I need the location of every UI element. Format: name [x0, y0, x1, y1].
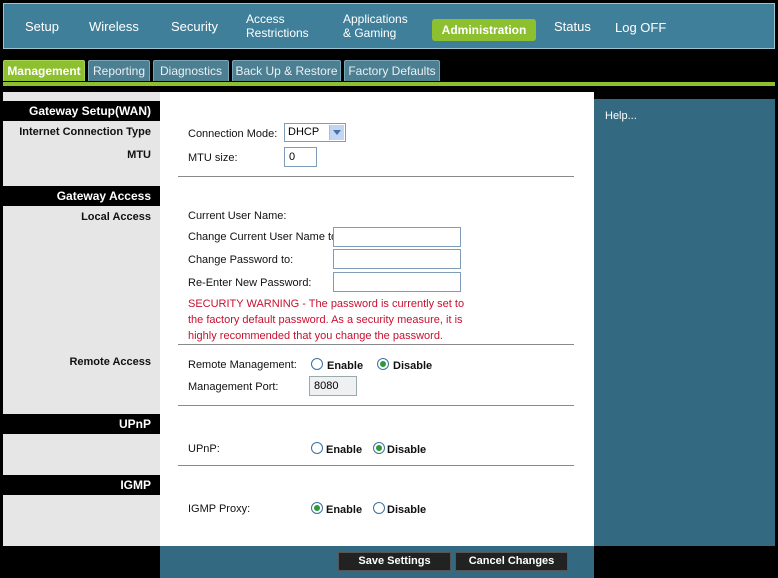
nav-applications-gaming[interactable]: Applications & Gaming: [343, 12, 408, 40]
divider: [178, 176, 574, 177]
help-top-edge: [594, 92, 775, 99]
divider: [178, 465, 574, 466]
management-port-input[interactable]: [309, 376, 357, 396]
mtu-size-input[interactable]: [284, 147, 317, 167]
change-user-input[interactable]: [333, 227, 461, 247]
tab-factory-defaults[interactable]: Factory Defaults: [344, 60, 440, 81]
nav-access-line1: Access: [246, 12, 285, 26]
nav-logoff[interactable]: Log OFF: [615, 20, 666, 35]
label-internet-connection-type: Internet Connection Type: [19, 126, 151, 138]
nav-security[interactable]: Security: [171, 19, 218, 34]
igmp-enable-radio[interactable]: [311, 502, 323, 514]
help-panel: [594, 99, 775, 546]
connection-mode-select[interactable]: DHCP: [284, 123, 346, 142]
nav-status[interactable]: Status: [554, 19, 591, 34]
remote-management-label: Remote Management:: [188, 359, 297, 371]
nav-administration[interactable]: Administration: [432, 19, 536, 41]
security-warning-line1: SECURITY WARNING - The password is curre…: [188, 298, 465, 310]
security-warning: SECURITY WARNING - The password is curre…: [188, 296, 468, 344]
upnp-label: UPnP:: [188, 443, 220, 455]
remote-management-enable-label: Enable: [327, 360, 364, 372]
section-upnp: UPnP: [3, 414, 160, 434]
connection-mode-label: Connection Mode:: [188, 128, 278, 140]
section-igmp: IGMP: [3, 475, 160, 495]
upnp-enable-label: Enable: [326, 444, 363, 456]
remote-management-enable-radio[interactable]: [311, 358, 323, 370]
label-remote-access: Remote Access: [69, 356, 151, 368]
label-local-access: Local Access: [81, 211, 151, 223]
remote-management-disable-radio[interactable]: [377, 358, 389, 370]
chevron-down-icon[interactable]: [329, 125, 344, 140]
change-password-input[interactable]: [333, 249, 461, 269]
change-user-label: Change Current User Name to:: [188, 231, 341, 243]
nav-access-line2: Restrictions: [246, 26, 309, 40]
igmp-enable-label: Enable: [326, 504, 363, 516]
reenter-password-input[interactable]: [333, 272, 461, 292]
tab-reporting[interactable]: Reporting: [88, 60, 150, 81]
current-user-label: Current User Name:: [188, 210, 287, 222]
upnp-disable-radio[interactable]: [373, 442, 385, 454]
help-link[interactable]: Help...: [605, 110, 637, 122]
igmp-disable-label: Disable: [387, 504, 427, 516]
mtu-size-label: MTU size:: [188, 152, 238, 164]
tab-diagnostics[interactable]: Diagnostics: [153, 60, 229, 81]
management-port-label: Management Port:: [188, 381, 279, 393]
save-settings-button[interactable]: Save Settings: [338, 552, 451, 571]
subtab-bar: Management Reporting Diagnostics Back Up…: [0, 52, 778, 86]
section-gateway-setup: Gateway Setup(WAN): [3, 101, 160, 121]
security-warning-line3: highly recommended that you change the p…: [188, 330, 443, 342]
tab-backup-restore[interactable]: Back Up & Restore: [232, 60, 341, 81]
change-password-label: Change Password to:: [188, 254, 294, 266]
label-mtu: MTU: [127, 149, 151, 161]
divider: [178, 344, 574, 345]
bottom-right-strip: [594, 546, 775, 578]
remote-management-disable-label: Disable: [393, 360, 433, 372]
divider: [178, 405, 574, 406]
upnp-enable-radio[interactable]: [311, 442, 323, 454]
cancel-changes-button[interactable]: Cancel Changes: [455, 552, 568, 571]
section-gateway-access: Gateway Access: [3, 186, 160, 206]
tab-management[interactable]: Management: [3, 60, 85, 81]
nav-apps-line2: & Gaming: [343, 26, 397, 40]
connection-mode-value: DHCP: [288, 126, 320, 138]
upnp-disable-label: Disable: [387, 444, 427, 456]
reenter-password-label: Re-Enter New Password:: [188, 277, 312, 289]
main-nav: Setup Wireless Security Access Restricti…: [3, 3, 775, 49]
security-warning-line2: the factory default password. As a secur…: [188, 314, 463, 326]
nav-access-restrictions[interactable]: Access Restrictions: [246, 12, 309, 40]
igmp-disable-radio[interactable]: [373, 502, 385, 514]
nav-wireless[interactable]: Wireless: [89, 19, 139, 34]
nav-apps-line1: Applications: [343, 12, 408, 26]
igmp-proxy-label: IGMP Proxy:: [188, 503, 251, 515]
nav-setup[interactable]: Setup: [25, 19, 59, 34]
